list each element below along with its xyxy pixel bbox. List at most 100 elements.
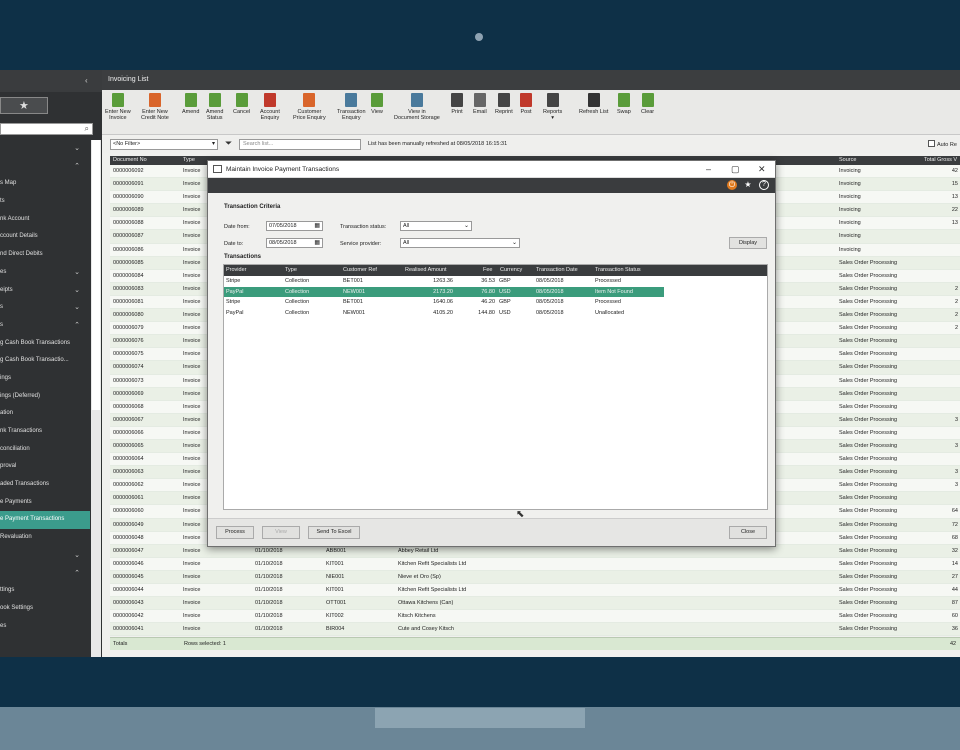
sidebar-item[interactable]: e Payments: [0, 494, 90, 512]
status-select[interactable]: All ⌄: [400, 221, 472, 231]
chevron-up-icon[interactable]: ⌃: [74, 317, 80, 335]
sidebar-item[interactable]: ⌄: [0, 547, 90, 565]
star-icon[interactable]: ★: [743, 180, 753, 190]
column-header[interactable]: Realised Amount: [405, 265, 447, 276]
toolbar-button[interactable]: Amend Status: [206, 93, 223, 121]
toolbar-button[interactable]: Post: [520, 93, 532, 115]
date-from-field[interactable]: 07/05/2018 ▦: [266, 221, 323, 231]
table-row[interactable]: 0000006044 Invoice 01/10/2018 KIT001 Kitchen…: [110, 584, 960, 598]
transaction-row[interactable]: PayPal Collection NEW001 2173.20 76.80 USD 08/…: [224, 286, 664, 297]
star-icon[interactable]: ★: [19, 99, 29, 112]
sidebar-item[interactable]: s ⌃: [0, 317, 90, 335]
toolbar-button[interactable]: Refresh List: [579, 93, 608, 115]
sidebar-item[interactable]: nk Transactions: [0, 423, 90, 441]
process-button[interactable]: Process: [216, 526, 254, 539]
calendar-icon[interactable]: ▦: [314, 222, 320, 230]
sidebar-item[interactable]: s Map: [0, 175, 90, 193]
transaction-row[interactable]: PayPal Collection NEW001 4105.20 144.80 USD 08…: [224, 308, 664, 319]
sidebar-item[interactable]: ings: [0, 370, 90, 388]
sidebar-item[interactable]: proval: [0, 458, 90, 476]
chevron-down-icon[interactable]: ⌄: [74, 282, 80, 300]
send-to-excel-button[interactable]: Send To Excel: [308, 526, 360, 539]
scrollbar-thumb[interactable]: [92, 140, 100, 410]
close-icon[interactable]: ✕: [758, 161, 766, 178]
sidebar-item[interactable]: aded Transactions: [0, 476, 90, 494]
column-header[interactable]: Total Gross V: [924, 156, 957, 165]
filter-select[interactable]: <No Filter> ▾: [110, 139, 218, 150]
sidebar-item[interactable]: nk Account: [0, 211, 90, 229]
column-header[interactable]: Transaction Date: [536, 265, 578, 276]
sidebar-item[interactable]: es: [0, 618, 90, 636]
table-row[interactable]: 0000006043 Invoice 01/10/2018 OTT001 Ottawa …: [110, 597, 960, 611]
sidebar-item[interactable]: conciliation: [0, 441, 90, 459]
collapse-icon[interactable]: ‹: [85, 76, 88, 85]
sidebar-item[interactable]: s ⌄: [0, 299, 90, 317]
column-header[interactable]: Customer Ref: [343, 265, 377, 276]
table-row[interactable]: 0000006045 Invoice 01/10/2018 NIE001 Nieve e…: [110, 570, 960, 584]
sidebar-item[interactable]: ts: [0, 193, 90, 211]
chevron-down-icon[interactable]: ⌄: [74, 299, 80, 317]
minimize-icon[interactable]: –: [706, 161, 711, 178]
toolbar-button[interactable]: Reprint: [495, 93, 513, 115]
calendar-icon[interactable]: ▦: [314, 239, 320, 247]
toolbar-button[interactable]: Amend: [182, 93, 199, 115]
sidebar-item[interactable]: es ⌄: [0, 264, 90, 282]
toolbar-button[interactable]: Swap: [617, 93, 631, 115]
close-button[interactable]: Close: [729, 526, 767, 539]
table-row[interactable]: 0000006041 Invoice 01/10/2018 BIR004 Cute an…: [110, 623, 960, 637]
sidebar-scrollbar[interactable]: [91, 140, 101, 657]
sidebar-item[interactable]: e Payment Transactions: [0, 511, 90, 530]
table-row[interactable]: 0000006042 Invoice 01/10/2018 KIT002 Kitsch …: [110, 610, 960, 624]
sidebar-item[interactable]: nd Direct Debits: [0, 246, 90, 264]
help-icon[interactable]: ?: [759, 180, 769, 190]
sidebar-item[interactable]: ook Settings: [0, 600, 90, 618]
provider-select[interactable]: All ⌄: [400, 238, 520, 248]
column-header[interactable]: Type: [285, 265, 297, 276]
chevron-down-icon[interactable]: ⌄: [74, 140, 80, 158]
column-header[interactable]: Currency: [500, 265, 522, 276]
chevron-up-icon[interactable]: ⌃: [74, 565, 80, 583]
toolbar-button[interactable]: Print: [451, 93, 463, 115]
display-button[interactable]: Display: [729, 237, 767, 249]
toolbar-button[interactable]: View: [371, 93, 383, 115]
chevron-down-icon[interactable]: ⌄: [74, 264, 80, 282]
power-icon[interactable]: ⏻: [727, 180, 737, 190]
grid-search-input[interactable]: Search list...: [239, 139, 361, 150]
chevron-up-icon[interactable]: ⌃: [74, 158, 80, 176]
maximize-icon[interactable]: ▢: [731, 161, 740, 178]
column-header[interactable]: Provider: [226, 265, 246, 276]
sidebar-item[interactable]: g Cash Book Transactio...: [0, 352, 90, 370]
search-icon[interactable]: ⌕: [85, 124, 89, 134]
toolbar-button[interactable]: Email: [473, 93, 487, 115]
sidebar-item[interactable]: Revaluation: [0, 529, 90, 547]
sidebar-item[interactable]: ccount Details: [0, 228, 90, 246]
sidebar-item[interactable]: ings (Deferred): [0, 388, 90, 406]
column-header[interactable]: Fee: [483, 265, 492, 276]
toolbar-button[interactable]: Cancel: [233, 93, 250, 115]
funnel-icon[interactable]: ⏷: [225, 138, 232, 149]
column-header[interactable]: Transaction Status: [595, 265, 641, 276]
chevron-down-icon[interactable]: ⌄: [74, 547, 80, 565]
toolbar-button[interactable]: Enter New Invoice: [105, 93, 131, 121]
toolbar-button[interactable]: Enter New Credit Note: [141, 93, 169, 121]
view-button[interactable]: View: [262, 526, 300, 539]
sidebar-item[interactable]: ation: [0, 405, 90, 423]
transaction-row[interactable]: Stripe Collection BET001 1263.36 36.53 GBP 08/…: [224, 276, 664, 287]
transaction-row[interactable]: Stripe Collection BET001 1640.06 46.20 GBP 08/…: [224, 297, 664, 308]
sidebar-item[interactable]: eipts ⌄: [0, 282, 90, 300]
auto-refresh-checkbox[interactable]: Auto Re: [928, 140, 957, 148]
sidebar-item[interactable]: g Cash Book Transactions: [0, 335, 90, 353]
checkbox-box[interactable]: [928, 140, 935, 147]
sidebar-item[interactable]: ttings: [0, 582, 90, 600]
sidebar-item[interactable]: ⌃: [0, 565, 90, 583]
toolbar-button[interactable]: Customer Price Enquiry: [293, 93, 326, 121]
table-row[interactable]: 0000006046 Invoice 01/10/2018 KIT001 Kitchen…: [110, 557, 960, 571]
column-header[interactable]: Document No: [113, 156, 147, 165]
toolbar-button[interactable]: Reports ▾: [543, 93, 562, 121]
toolbar-button[interactable]: Clear: [641, 93, 654, 115]
sidebar-tabs[interactable]: ★: [0, 97, 48, 114]
sidebar-item[interactable]: ⌃: [0, 158, 90, 176]
column-header[interactable]: Type: [183, 156, 195, 165]
sidebar-search-input[interactable]: ⌕: [0, 123, 93, 135]
sidebar-item[interactable]: ⌄: [0, 140, 90, 158]
